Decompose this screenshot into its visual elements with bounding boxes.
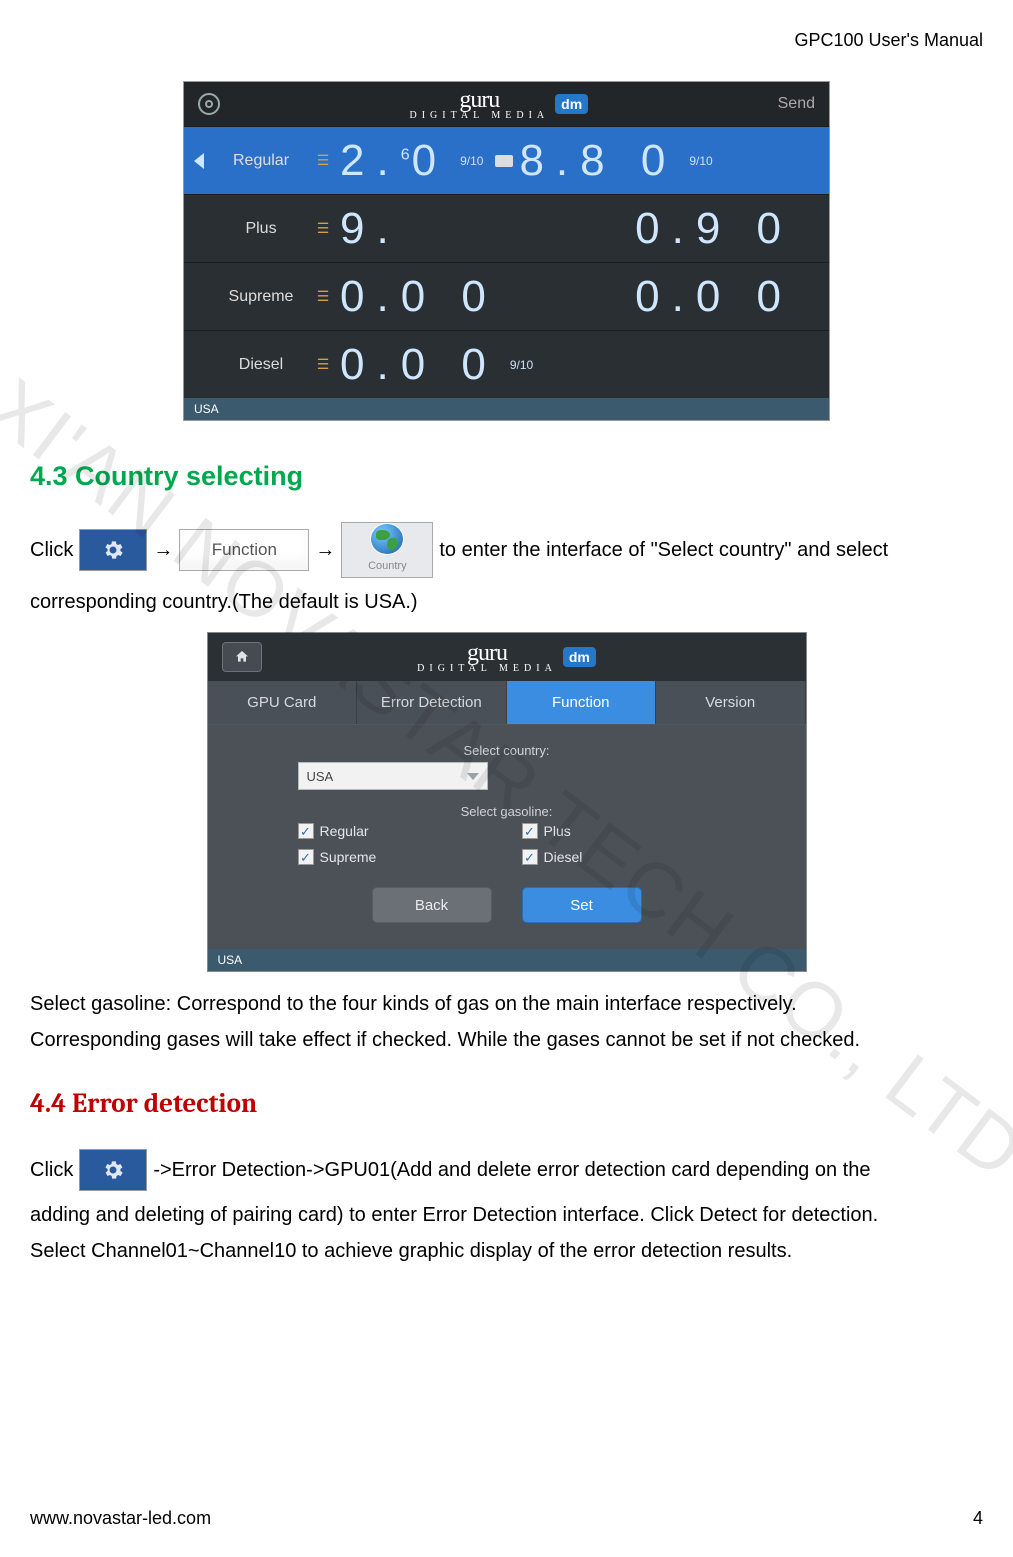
- row-label: Diesel: [216, 356, 306, 374]
- price-row-regular[interactable]: Regular ☰ 2.60 9/10 8.8 0 9/10: [184, 126, 829, 194]
- coin-icon: ☰: [312, 356, 334, 373]
- cash-price: 0.0 0: [340, 272, 498, 322]
- back-button[interactable]: Back: [372, 887, 492, 923]
- row-label: Supreme: [216, 288, 306, 306]
- checkbox-supreme[interactable]: ✓Supreme: [298, 849, 492, 865]
- check-icon: ✓: [522, 823, 538, 839]
- checkbox-regular[interactable]: ✓Regular: [298, 823, 492, 839]
- chevron-down-icon: [467, 773, 479, 780]
- tab-function[interactable]: Function: [507, 681, 657, 724]
- footer-url: www.novastar-led.com: [30, 1508, 211, 1529]
- card-price: 0.0 0: [635, 272, 793, 322]
- check-icon: ✓: [298, 823, 314, 839]
- home-button[interactable]: [222, 642, 262, 672]
- price-row-plus[interactable]: Plus ☰ 9. 0.9 0: [184, 194, 829, 262]
- arrow-text: →: [315, 532, 335, 568]
- card-icon: [495, 155, 513, 167]
- text: corresponding country.(The default is US…: [30, 584, 983, 620]
- tab-version[interactable]: Version: [656, 681, 806, 724]
- tab-bar: GPU Card Error Detection Function Versio…: [208, 681, 806, 725]
- row-label: Plus: [216, 220, 306, 238]
- tab-error-detection[interactable]: Error Detection: [357, 681, 507, 724]
- select-gasoline-label: Select gasoline:: [298, 804, 716, 819]
- price-row-supreme[interactable]: Supreme ☰ 0.0 0 0.0 0: [184, 262, 829, 330]
- globe-icon: [370, 523, 404, 555]
- country-icon-inline: Country: [341, 522, 433, 578]
- brand-dm-badge: dm: [563, 647, 596, 667]
- arrow-left-icon: [194, 153, 204, 169]
- section-44-title: 4.4 Error detection: [30, 1088, 983, 1119]
- coin-icon: ☰: [312, 288, 334, 305]
- price-row-diesel[interactable]: Diesel ☰ 0.0 0 9/10: [184, 330, 829, 398]
- select-country-label: Select country:: [298, 743, 716, 758]
- brand-logo: guru DIGITAL MEDIA: [409, 87, 549, 121]
- text: Click: [30, 532, 73, 568]
- row-label: Regular: [216, 152, 306, 170]
- arrow-text: →: [153, 532, 173, 568]
- coin-icon: ☰: [312, 152, 334, 169]
- brand-dm-badge: dm: [555, 94, 588, 114]
- text: adding and deleting of pairing card) to …: [30, 1197, 983, 1233]
- price-board-screenshot: guru DIGITAL MEDIA dm Send Regular ☰ 2.6…: [183, 81, 830, 421]
- send-button[interactable]: Send: [778, 95, 815, 113]
- check-icon: ✓: [522, 849, 538, 865]
- status-footer: USA: [208, 949, 806, 971]
- function-screen-screenshot: guru DIGITAL MEDIA dm GPU Card Error Det…: [207, 632, 807, 972]
- brand-logo: guru DIGITAL MEDIA: [417, 640, 557, 674]
- function-tab-inline: Function: [179, 529, 309, 571]
- coin-icon: ☰: [312, 220, 334, 237]
- cash-price: 0.0 0: [340, 340, 498, 390]
- country-dropdown[interactable]: USA: [298, 762, 488, 790]
- page-header: GPC100 User's Manual: [30, 30, 983, 51]
- text: Corresponding gases will take effect if …: [30, 1022, 983, 1058]
- tab-gpu-card[interactable]: GPU Card: [208, 681, 358, 724]
- fraction: 9/10: [460, 154, 483, 168]
- gear-icon[interactable]: [198, 93, 220, 115]
- card-price: 0.9 0: [635, 204, 793, 254]
- cash-price: 2.60: [340, 136, 448, 186]
- text: ->Error Detection->GPU01(Add and delete …: [153, 1152, 870, 1188]
- dropdown-value: USA: [307, 769, 334, 784]
- fraction: 9/10: [689, 154, 712, 168]
- fraction: 9/10: [510, 358, 533, 372]
- text: Select Channel01~Channel10 to achieve gr…: [30, 1233, 983, 1269]
- settings-icon-inline: [79, 1149, 147, 1191]
- card-price: 8.8 0: [519, 136, 677, 186]
- checkbox-plus[interactable]: ✓Plus: [522, 823, 716, 839]
- settings-icon-inline: [79, 529, 147, 571]
- set-button[interactable]: Set: [522, 887, 642, 923]
- text: to enter the interface of "Select countr…: [439, 532, 888, 568]
- text: Click: [30, 1152, 73, 1188]
- status-footer: USA: [184, 398, 829, 420]
- text: Select gasoline: Correspond to the four …: [30, 986, 983, 1022]
- cash-price: 9.: [340, 204, 401, 254]
- check-icon: ✓: [298, 849, 314, 865]
- page-number: 4: [973, 1508, 983, 1529]
- section-43-title: 4.3 Country selecting: [30, 461, 983, 492]
- checkbox-diesel[interactable]: ✓Diesel: [522, 849, 716, 865]
